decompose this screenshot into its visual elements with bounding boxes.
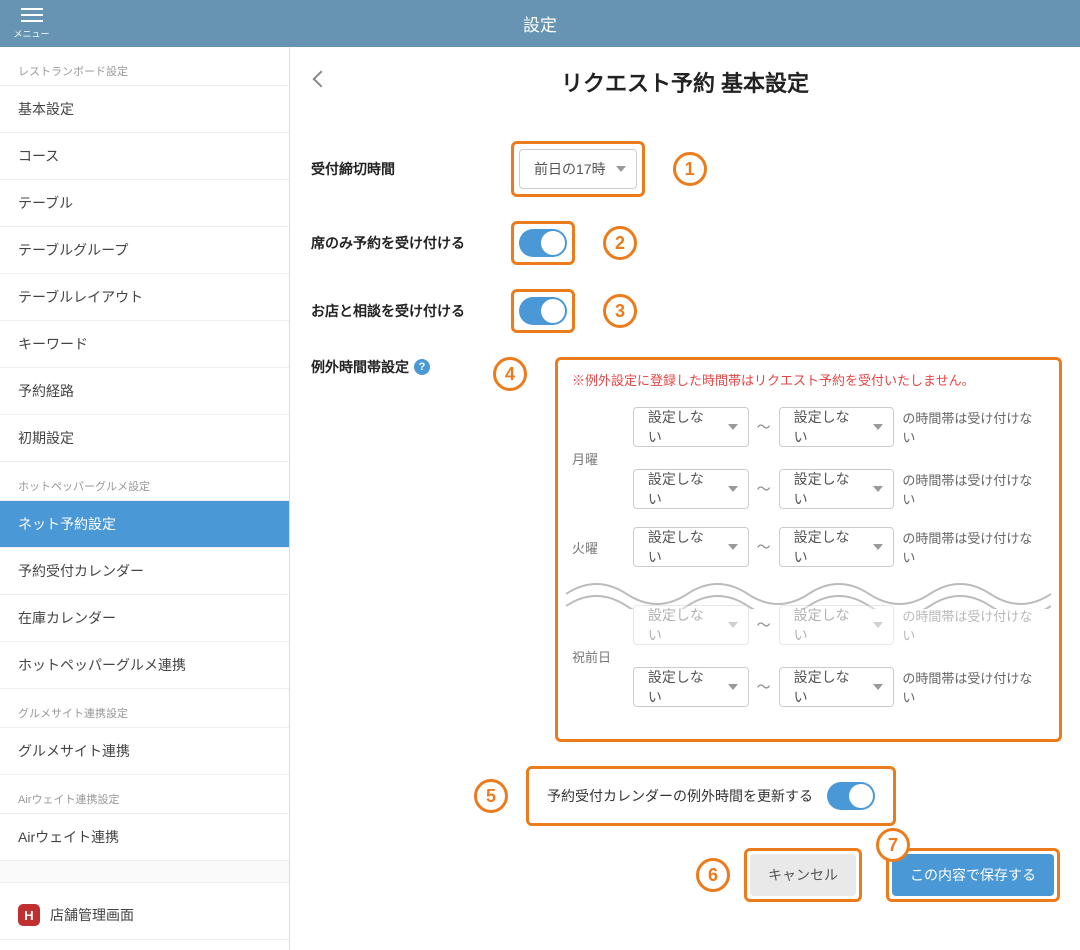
select-mon-to-2[interactable]: 設定しない bbox=[779, 469, 895, 509]
callout-5: 5 bbox=[474, 779, 508, 813]
label-consult: お店と相談を受け付ける bbox=[308, 301, 483, 321]
select-mon-to-1[interactable]: 設定しない bbox=[779, 407, 895, 447]
select-deadline-value: 前日の17時 bbox=[534, 159, 606, 179]
tilde-icon: 〜 bbox=[757, 615, 771, 635]
tilde-icon: 〜 bbox=[757, 417, 771, 437]
menu-label: メニュー bbox=[13, 27, 49, 40]
sidebar-item-store-admin[interactable]: H 店舗管理画面 bbox=[0, 891, 289, 940]
range-suffix: の時間帯は受け付けない bbox=[902, 408, 1045, 446]
cancel-button[interactable]: キャンセル bbox=[750, 854, 856, 896]
range-suffix: の時間帯は受け付けない bbox=[902, 528, 1045, 566]
sidebar-item-basic[interactable]: 基本設定 bbox=[0, 86, 289, 133]
menu-button[interactable]: メニュー bbox=[0, 0, 63, 47]
select-deadline[interactable]: 前日の17時 bbox=[519, 149, 637, 189]
sidebar-item-initial[interactable]: 初期設定 bbox=[0, 415, 289, 462]
select-preholiday-from-2[interactable]: 設定しない bbox=[633, 667, 749, 707]
sidebar-section-hotpepper: ホットペッパーグルメ設定 bbox=[0, 462, 289, 501]
chevron-down-icon bbox=[728, 486, 738, 492]
select-tue-to-1[interactable]: 設定しない bbox=[779, 527, 895, 567]
range-suffix: の時間帯は受け付けない bbox=[902, 668, 1045, 706]
tilde-icon: 〜 bbox=[757, 537, 771, 557]
sidebar-item-table-layout[interactable]: テーブルレイアウト bbox=[0, 274, 289, 321]
sidebar-item-reserve-route[interactable]: 予約経路 bbox=[0, 368, 289, 415]
select-preholiday-to-2[interactable]: 設定しない bbox=[779, 667, 895, 707]
label-exception-text: 例外時間帯設定 bbox=[311, 357, 409, 377]
chevron-down-icon bbox=[873, 622, 883, 628]
chevron-down-icon bbox=[728, 684, 738, 690]
select-mon-from-1[interactable]: 設定しない bbox=[633, 407, 749, 447]
chevron-down-icon bbox=[873, 684, 883, 690]
tilde-icon: 〜 bbox=[757, 677, 771, 697]
exception-note: ※例外設定に登録した時間帯はリクエスト予約を受付いたしません。 bbox=[572, 370, 1045, 389]
callout-7: 7 bbox=[876, 828, 910, 862]
sidebar-item-course[interactable]: コース bbox=[0, 133, 289, 180]
store-admin-icon: H bbox=[18, 904, 40, 926]
sidebar-item-net-reserve[interactable]: ネット予約設定 bbox=[0, 501, 289, 548]
label-seat-only: 席のみ予約を受け付ける bbox=[308, 233, 483, 253]
chevron-down-icon bbox=[873, 486, 883, 492]
sidebar-item-stock-calendar[interactable]: 在庫カレンダー bbox=[0, 595, 289, 642]
header-title: 設定 bbox=[0, 11, 1080, 36]
chevron-down-icon bbox=[728, 622, 738, 628]
sidebar-section-airwait: Airウェイト連携設定 bbox=[0, 775, 289, 814]
page-title: リクエスト予約 基本設定 bbox=[561, 66, 809, 98]
day-mon: 月曜 bbox=[572, 449, 617, 468]
sidebar-item-airregi[interactable]: △ Airレジ（レジ設定） bbox=[0, 940, 289, 950]
callout-1: 1 bbox=[673, 152, 707, 186]
chevron-down-icon bbox=[616, 166, 626, 172]
chevron-down-icon bbox=[728, 544, 738, 550]
callout-2: 2 bbox=[603, 226, 637, 260]
sidebar-section-restaurant-board: レストランボード設定 bbox=[0, 47, 289, 86]
sidebar-spacer bbox=[0, 861, 289, 883]
sidebar-item-table[interactable]: テーブル bbox=[0, 180, 289, 227]
toggle-calendar-update[interactable] bbox=[827, 782, 875, 810]
chevron-down-icon bbox=[873, 424, 883, 430]
label-deadline: 受付締切時間 bbox=[308, 159, 483, 179]
back-button[interactable] bbox=[313, 71, 330, 88]
day-preholiday: 祝前日 bbox=[572, 647, 617, 666]
sidebar-item-hotpepper-link[interactable]: ホットペッパーグルメ連携 bbox=[0, 642, 289, 689]
callout-3: 3 bbox=[603, 294, 637, 328]
chevron-down-icon bbox=[873, 544, 883, 550]
range-suffix: の時間帯は受け付けない bbox=[902, 470, 1045, 508]
sidebar-section-gourmet: グルメサイト連携設定 bbox=[0, 689, 289, 728]
hamburger-icon bbox=[21, 8, 43, 22]
select-mon-from-2[interactable]: 設定しない bbox=[633, 469, 749, 509]
sidebar-item-table-group[interactable]: テーブルグループ bbox=[0, 227, 289, 274]
select-preholiday-to-1[interactable]: 設定しない bbox=[779, 605, 895, 645]
range-suffix: の時間帯は受け付けない bbox=[902, 606, 1045, 644]
store-admin-label: 店舗管理画面 bbox=[50, 905, 134, 925]
sidebar-item-keyword[interactable]: キーワード bbox=[0, 321, 289, 368]
sidebar-item-reserve-calendar[interactable]: 予約受付カレンダー bbox=[0, 548, 289, 595]
label-exception: 例外時間帯設定 ? bbox=[308, 357, 483, 377]
save-button[interactable]: この内容で保存する bbox=[892, 854, 1054, 896]
select-preholiday-from-1[interactable]: 設定しない bbox=[633, 605, 749, 645]
sidebar: レストランボード設定 基本設定 コース テーブル テーブルグループ テーブルレイ… bbox=[0, 47, 290, 950]
calendar-update-box: 予約受付カレンダーの例外時間を更新する bbox=[526, 766, 896, 826]
select-tue-from-1[interactable]: 設定しない bbox=[633, 527, 749, 567]
tilde-icon: 〜 bbox=[757, 479, 771, 499]
sidebar-item-gourmet-link[interactable]: グルメサイト連携 bbox=[0, 728, 289, 775]
callout-6: 6 bbox=[696, 858, 730, 892]
callout-4: 4 bbox=[493, 357, 527, 391]
content-panel: リクエスト予約 基本設定 受付締切時間 前日の17時 1 席のみ予約を受け付ける bbox=[290, 47, 1080, 950]
help-icon[interactable]: ? bbox=[414, 359, 430, 375]
sidebar-item-airwait-link[interactable]: Airウェイト連携 bbox=[0, 814, 289, 861]
exception-box: ※例外設定に登録した時間帯はリクエスト予約を受付いたしません。 月曜 設定しない… bbox=[555, 357, 1062, 742]
toggle-seat-only[interactable] bbox=[519, 229, 567, 257]
calendar-update-label: 予約受付カレンダーの例外時間を更新する bbox=[547, 786, 813, 806]
toggle-consult[interactable] bbox=[519, 297, 567, 325]
day-tue: 火曜 bbox=[572, 538, 617, 557]
chevron-down-icon bbox=[728, 424, 738, 430]
